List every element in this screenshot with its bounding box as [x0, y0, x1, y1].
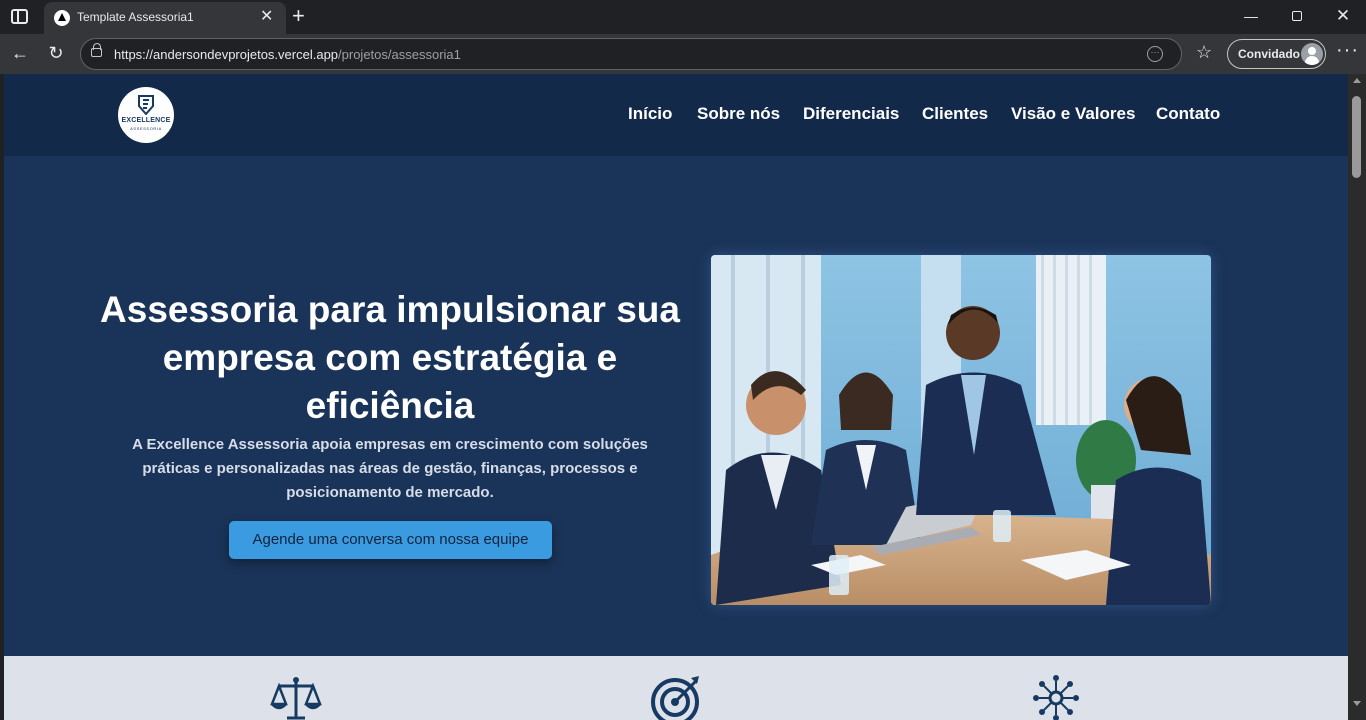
logo-name: EXCELLENCE [121, 117, 171, 124]
new-tab-icon[interactable]: + [292, 4, 305, 28]
hero-description: A Excellence Assessoria apoia empresas e… [132, 436, 648, 501]
more-options-circle-icon[interactable]: ··· [1147, 46, 1163, 62]
features-section [4, 656, 1348, 720]
sidebar-toggle-icon[interactable] [11, 9, 28, 24]
browser-tab[interactable]: Template Assessoria1 ✕ [44, 2, 286, 34]
tab-close-icon[interactable]: ✕ [260, 8, 273, 26]
cta-button[interactable]: Agende uma conversa com nossa equipe [229, 521, 552, 559]
page-scrollbar[interactable] [1348, 74, 1366, 720]
url-text[interactable]: https://andersondevprojetos.vercel.app/p… [114, 47, 461, 62]
profile-label: Convidado [1238, 47, 1300, 61]
scroll-down-arrow-icon[interactable] [1353, 701, 1361, 706]
url-path: /projetos/assessoria1 [338, 47, 461, 62]
scales-icon [270, 677, 322, 720]
nav-sobre-nos[interactable]: Sobre nós [697, 104, 780, 124]
maximize-icon[interactable] [1274, 6, 1320, 26]
logo[interactable]: EXCELLENCE ASSESSORIA [118, 87, 174, 143]
scrollbar-thumb[interactable] [1352, 96, 1361, 178]
hero-meeting-photo [711, 255, 1211, 605]
network-icon [1033, 675, 1079, 720]
minimize-icon[interactable]: — [1228, 6, 1274, 26]
favorites-star-icon[interactable]: ☆ [1196, 42, 1212, 63]
profile-button[interactable]: Convidado [1227, 39, 1326, 69]
hero-section: Assessoria para impulsionar sua empresa … [4, 156, 1348, 656]
logo-subtitle: ASSESSORIA [130, 126, 162, 131]
site-header: EXCELLENCE ASSESSORIA Início Sobre nós D… [4, 74, 1348, 156]
target-icon [651, 676, 699, 720]
browser-titlebar: Template Assessoria1 ✕ + — ✕ [0, 0, 1366, 34]
address-bar[interactable]: https://andersondevprojetos.vercel.app/p… [80, 38, 1182, 70]
nav-visao-valores[interactable]: Visão e Valores [1011, 104, 1135, 124]
nav-contato[interactable]: Contato [1156, 104, 1220, 124]
tab-title: Template Assessoria1 [77, 10, 194, 24]
meeting-illustration [711, 255, 1211, 605]
back-arrow-icon[interactable]: ← [8, 42, 32, 64]
hero-title: Assessoria para impulsionar sua empresa … [100, 289, 680, 426]
nav-diferenciais[interactable]: Diferenciais [803, 104, 899, 124]
close-window-icon[interactable]: ✕ [1320, 6, 1366, 26]
avatar-icon [1301, 43, 1323, 65]
lock-icon[interactable] [91, 43, 102, 57]
page-viewport: EXCELLENCE ASSESSORIA Início Sobre nós D… [4, 74, 1348, 720]
nav-clientes[interactable]: Clientes [922, 104, 988, 124]
nav-inicio[interactable]: Início [628, 104, 672, 124]
scroll-up-arrow-icon[interactable] [1353, 78, 1361, 83]
vercel-favicon-icon [54, 10, 70, 26]
browser-toolbar: ← ↻ https://andersondevprojetos.vercel.a… [0, 34, 1366, 74]
logo-shield-icon [138, 95, 154, 115]
url-host: https://andersondevprojetos.vercel.app [114, 47, 339, 62]
browser-menu-icon[interactable]: ··· [1336, 40, 1359, 60]
reload-icon[interactable]: ↻ [44, 42, 68, 64]
